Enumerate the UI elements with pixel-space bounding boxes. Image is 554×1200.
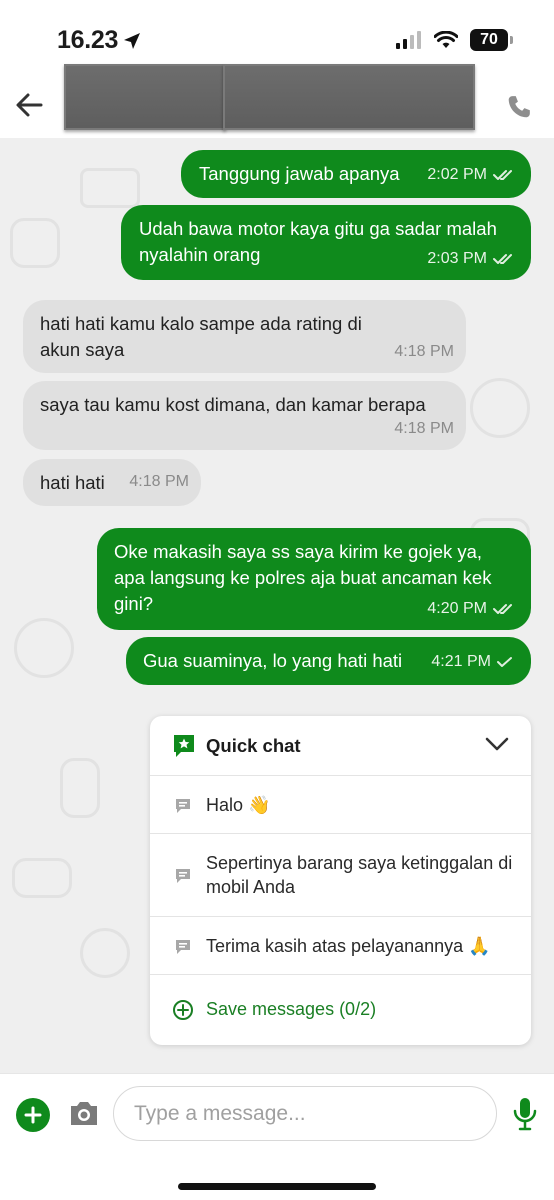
message-incoming[interactable]: saya tau kamu kost dimana, dan kamar ber… xyxy=(23,381,466,450)
message-bubble-icon xyxy=(176,940,190,954)
message-time: 4:20 PM xyxy=(427,600,487,617)
camera-icon[interactable] xyxy=(68,1100,100,1128)
quick-chat-item[interactable]: Halo 👋 xyxy=(150,776,531,834)
redacted-name-block xyxy=(223,64,475,130)
save-messages-label: Save messages (0/2) xyxy=(206,999,377,1019)
message-time: 4:18 PM xyxy=(394,420,454,437)
add-circle-icon xyxy=(173,1000,193,1020)
message-meta: 4:18 PM xyxy=(129,469,189,495)
signal-icon xyxy=(396,31,421,49)
message-meta: 4:18 PM xyxy=(394,416,454,442)
message-text: saya tau kamu kost dimana, dan kamar ber… xyxy=(40,394,426,415)
message-time: 4:18 PM xyxy=(394,343,454,360)
quick-chat-item-label: Halo 👋 xyxy=(206,795,271,815)
location-arrow-icon xyxy=(124,32,141,49)
message-outgoing[interactable]: Gua suaminya, lo yang hati hati 4:21 PM xyxy=(126,637,531,685)
message-incoming[interactable]: hati hati 4:18 PM xyxy=(23,459,201,506)
message-time: 4:21 PM xyxy=(431,653,491,670)
double-check-icon xyxy=(493,170,512,180)
add-attachment-button[interactable] xyxy=(16,1098,50,1132)
status-time: 16.23 xyxy=(57,26,142,55)
wifi-icon xyxy=(434,31,458,48)
background-doodle xyxy=(80,928,130,978)
back-arrow-icon[interactable] xyxy=(14,90,44,120)
message-meta: 4:21 PM xyxy=(431,649,513,675)
save-messages-button[interactable]: Save messages (0/2) xyxy=(150,975,531,1045)
battery-level: 70 xyxy=(480,31,498,48)
message-input-bar xyxy=(0,1073,554,1200)
message-bubble-icon xyxy=(176,869,190,883)
quick-chat-item-label: Terima kasih atas pelayanannya 🙏 xyxy=(206,936,491,956)
double-check-icon xyxy=(493,604,512,614)
background-doodle xyxy=(60,758,100,818)
check-icon xyxy=(497,657,512,667)
quick-chat-header[interactable]: Quick chat xyxy=(150,716,531,776)
message-time: 2:03 PM xyxy=(427,250,487,267)
clock: 16.23 xyxy=(57,26,119,54)
background-doodle xyxy=(470,378,530,438)
double-check-icon xyxy=(493,254,512,264)
message-time: 4:18 PM xyxy=(129,473,189,490)
message-meta: 4:20 PM xyxy=(427,596,513,622)
message-text: hati hati kamu kalo sampe ada rating di … xyxy=(40,313,362,360)
chevron-down-icon[interactable] xyxy=(485,736,509,752)
background-doodle xyxy=(12,858,72,898)
message-outgoing[interactable]: Udah bawa motor kaya gitu ga sadar malah… xyxy=(121,205,531,280)
message-incoming[interactable]: hati hati kamu kalo sampe ada rating di … xyxy=(23,300,466,373)
microphone-icon[interactable] xyxy=(512,1096,538,1132)
message-time: 2:02 PM xyxy=(427,166,487,183)
plus-icon xyxy=(24,1106,42,1124)
quick-chat-title: Quick chat xyxy=(206,735,301,756)
message-outgoing[interactable]: Tanggung jawab apanya 2:02 PM xyxy=(181,150,531,198)
quick-chat-item[interactable]: Terima kasih atas pelayanannya 🙏 xyxy=(150,917,531,975)
quick-chat-item[interactable]: Sepertinya barang saya ketinggalan di mo… xyxy=(150,834,531,917)
chat-area[interactable]: Tanggung jawab apanya 2:02 PM Udah bawa … xyxy=(0,138,554,1073)
quick-chat-item-label: Sepertinya barang saya ketinggalan di mo… xyxy=(206,853,513,897)
background-doodle xyxy=(10,218,60,268)
background-doodle xyxy=(14,618,74,678)
redacted-name-block xyxy=(64,64,226,130)
status-icons: 70 xyxy=(396,29,513,51)
phone-call-icon[interactable] xyxy=(506,94,532,120)
message-bubble-icon xyxy=(176,799,190,813)
message-meta: 2:02 PM xyxy=(427,162,513,188)
quick-chat-panel: Quick chat Halo 👋 Sepertinya barang saya… xyxy=(150,716,531,1045)
battery-icon: 70 xyxy=(470,29,513,51)
message-meta: 4:18 PM xyxy=(394,339,454,365)
message-meta: 2:03 PM xyxy=(427,246,513,272)
background-doodle xyxy=(80,168,140,208)
message-input[interactable] xyxy=(113,1086,497,1141)
quick-chat-star-icon xyxy=(174,735,194,757)
status-bar: 16.23 70 xyxy=(0,0,554,72)
home-indicator xyxy=(178,1183,376,1190)
chat-header xyxy=(0,64,554,138)
message-outgoing[interactable]: Oke makasih saya ss saya kirim ke gojek … xyxy=(97,528,531,630)
